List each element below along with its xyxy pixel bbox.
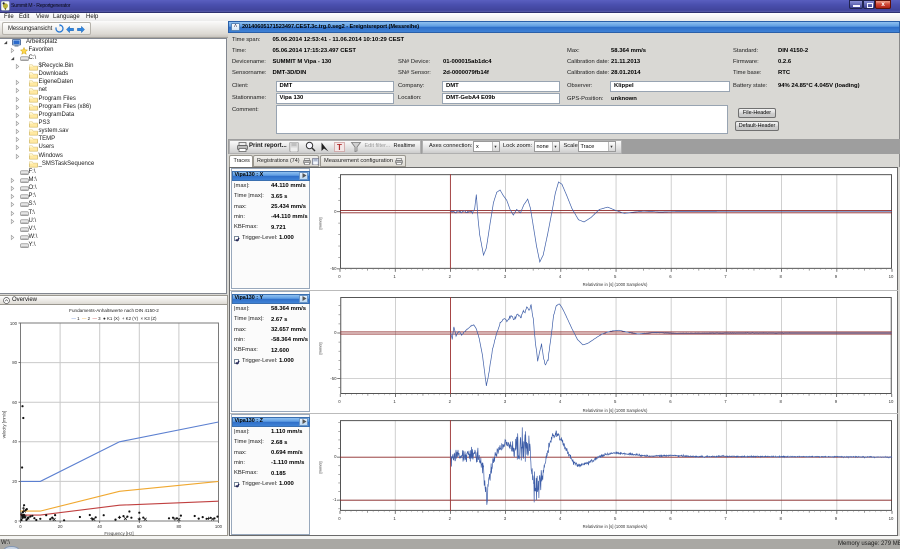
svg-text:T: T: [337, 143, 342, 152]
